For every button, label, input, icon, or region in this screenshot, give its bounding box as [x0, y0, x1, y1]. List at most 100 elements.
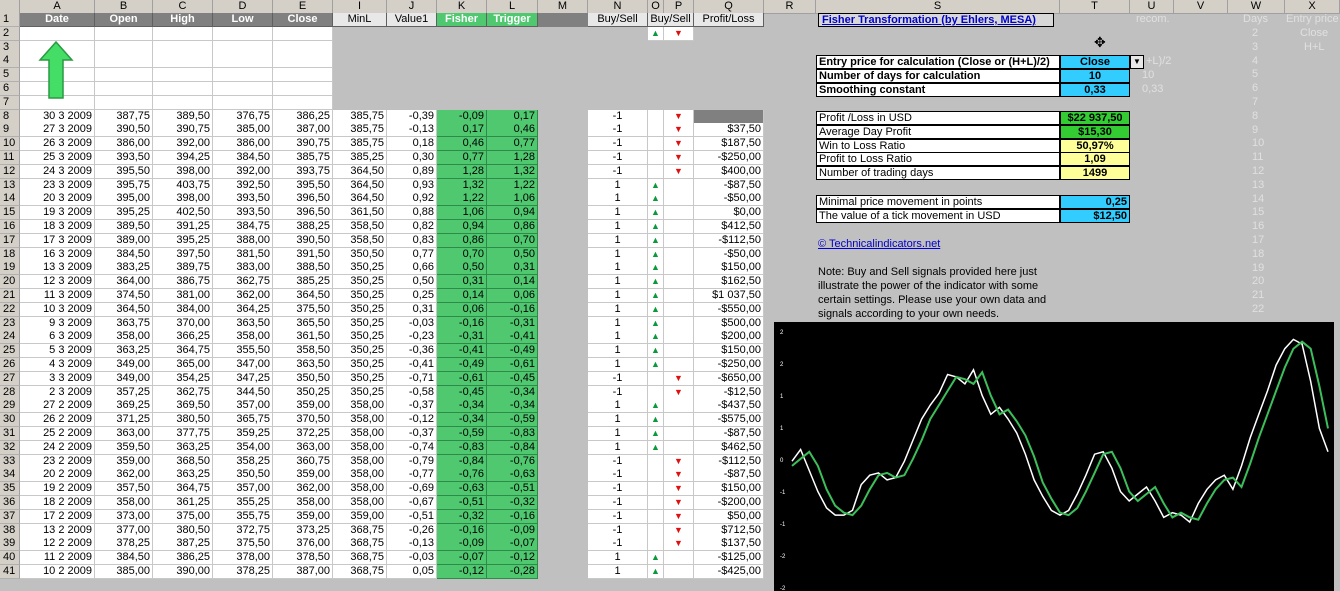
table-row-32-signal[interactable]: 1	[588, 440, 648, 455]
table-row-20-cell[interactable]: 385,25	[273, 275, 333, 290]
row-header-29[interactable]: 29	[0, 399, 20, 414]
row-header-1[interactable]: 1	[0, 13, 20, 27]
table-row-29-cell[interactable]: 369,50	[153, 399, 213, 414]
table-row-12-signal[interactable]: -1	[588, 164, 648, 179]
table-row-10-cell[interactable]: 385,75	[333, 137, 387, 152]
row-header-35[interactable]: 35	[0, 482, 20, 497]
table-row-25-cell[interactable]: 364,75	[153, 344, 213, 359]
table-row-10-cell[interactable]: 0,18	[387, 137, 437, 152]
table-row-36-cell[interactable]: 355,25	[213, 496, 273, 510]
table-row-9-cell[interactable]: 385,75	[333, 123, 387, 138]
table-row-34-cell[interactable]: 350,50	[213, 468, 273, 483]
table-row-29-cell[interactable]: 357,00	[213, 399, 273, 414]
table-row-38-cell[interactable]: 380,50	[153, 523, 213, 538]
row-header-37[interactable]: 37	[0, 509, 20, 524]
row-header-14[interactable]: 14	[0, 192, 20, 207]
table-row-32-cell[interactable]: 363,00	[273, 440, 333, 455]
table-row-11-cell[interactable]: 385,25	[333, 151, 387, 165]
table-row-29-cell[interactable]: -0,34	[437, 399, 487, 414]
table-row-32-cell[interactable]: -0,84	[487, 440, 538, 455]
table-row-18-cell[interactable]: 350,50	[333, 247, 387, 262]
table-row-12-cell[interactable]: 24 3 2009	[20, 164, 95, 179]
table-row-37-cell[interactable]: 17 2 2009	[20, 509, 95, 524]
table-row-35-cell[interactable]: -0,69	[387, 482, 437, 497]
table-row-8-cell[interactable]: -0,39	[387, 109, 437, 124]
column-header-c[interactable]: C	[153, 0, 213, 14]
table-row-35-cell[interactable]: 357,50	[95, 482, 153, 497]
table-row-22-cell[interactable]: 384,00	[153, 302, 213, 317]
table-row-30-profit[interactable]: -$575,00	[694, 413, 764, 428]
table-row-40-cell[interactable]: 378,50	[273, 551, 333, 566]
table-row-17-cell[interactable]: 390,50	[273, 233, 333, 248]
table-row-28-cell[interactable]: 344,50	[213, 385, 273, 400]
table-row-14-cell[interactable]: 398,00	[153, 192, 213, 207]
table-row-15-signal[interactable]: 1	[588, 206, 648, 221]
table-row-18-cell[interactable]: 384,50	[95, 247, 153, 262]
table-row-28-cell[interactable]: 350,25	[273, 385, 333, 400]
table-row-37-cell[interactable]: 375,00	[153, 509, 213, 524]
table-row-23-cell[interactable]: -0,03	[387, 316, 437, 331]
table-row-8-cell[interactable]: 386,25	[273, 109, 333, 124]
blank-cell[interactable]	[153, 68, 213, 83]
column-header-a[interactable]: A	[20, 0, 95, 14]
column-header-b[interactable]: B	[95, 0, 153, 14]
table-row-38-signal[interactable]: -1	[588, 523, 648, 538]
table-row-39-cell[interactable]: -0,13	[387, 537, 437, 552]
table-row-35-cell[interactable]: 19 2 2009	[20, 482, 95, 497]
table-row-38-profit[interactable]: $712,50	[694, 523, 764, 538]
table-row-16-cell[interactable]: 388,25	[273, 220, 333, 234]
table-row-34-cell[interactable]: 362,00	[95, 468, 153, 483]
blank-cell[interactable]	[273, 82, 333, 96]
table-row-13-profit[interactable]: -$87,50	[694, 178, 764, 193]
blank-cell[interactable]	[153, 95, 213, 110]
table-row-14-cell[interactable]: 0,92	[387, 192, 437, 207]
row-header-39[interactable]: 39	[0, 537, 20, 552]
column-header-o[interactable]: O	[648, 0, 664, 14]
blank-cell[interactable]	[153, 26, 213, 41]
table-row-20-signal[interactable]: 1	[588, 275, 648, 290]
table-row-18-cell[interactable]: 381,50	[213, 247, 273, 262]
table-row-26-cell[interactable]: 365,00	[153, 358, 213, 372]
table-row-33-cell[interactable]: -0,79	[387, 454, 437, 469]
table-row-36-cell[interactable]: -0,32	[487, 496, 538, 510]
table-row-33-cell[interactable]: 23 2 2009	[20, 454, 95, 469]
table-row-41-cell[interactable]: 10 2 2009	[20, 565, 95, 579]
table-row-30-signal[interactable]: 1	[588, 413, 648, 428]
table-row-32-cell[interactable]: -0,74	[387, 440, 437, 455]
table-row-40-cell[interactable]: -0,12	[487, 551, 538, 566]
blank-cell[interactable]	[20, 26, 95, 41]
table-row-20-cell[interactable]: 12 3 2009	[20, 275, 95, 290]
table-row-16-cell[interactable]: 0,94	[437, 220, 487, 234]
table-row-9-cell[interactable]: 385,00	[213, 123, 273, 138]
dropdown-arrow-button[interactable]: ▼	[1130, 55, 1144, 69]
table-row-24-profit[interactable]: $200,00	[694, 330, 764, 345]
table-row-40-cell[interactable]: 11 2 2009	[20, 551, 95, 566]
table-row-16-cell[interactable]: 391,25	[153, 220, 213, 234]
table-row-21-signal[interactable]: 1	[588, 289, 648, 303]
table-row-10-profit[interactable]: $187,50	[694, 137, 764, 152]
row-header-15[interactable]: 15	[0, 206, 20, 221]
table-row-8-cell[interactable]: 30 3 2009	[20, 109, 95, 124]
table-row-28-cell[interactable]: 362,75	[153, 385, 213, 400]
table-row-15-cell[interactable]: 393,50	[213, 206, 273, 221]
table-row-9-cell[interactable]: 0,46	[487, 123, 538, 138]
table-row-17-signal[interactable]: 1	[588, 233, 648, 248]
table-row-26-cell[interactable]: -0,49	[437, 358, 487, 372]
table-row-33-cell[interactable]: 358,00	[333, 454, 387, 469]
table-row-8-cell[interactable]: 376,75	[213, 109, 273, 124]
row-header-7[interactable]: 7	[0, 95, 20, 110]
row-header-3[interactable]: 3	[0, 40, 20, 55]
table-row-27-cell[interactable]: -0,45	[487, 371, 538, 386]
table-row-23-cell[interactable]: 350,25	[333, 316, 387, 331]
column-header-q[interactable]: Q	[694, 0, 764, 14]
table-row-12-cell[interactable]: 364,50	[333, 164, 387, 179]
table-row-36-cell[interactable]: -0,67	[387, 496, 437, 510]
table-row-11-cell[interactable]: 393,50	[95, 151, 153, 165]
table-row-31-signal[interactable]: 1	[588, 427, 648, 441]
table-row-21-cell[interactable]: 0,25	[387, 289, 437, 303]
table-row-13-cell[interactable]: 395,50	[273, 178, 333, 193]
table-row-31-cell[interactable]: -0,83	[487, 427, 538, 441]
row-header-32[interactable]: 32	[0, 440, 20, 455]
table-row-9-cell[interactable]: 27 3 2009	[20, 123, 95, 138]
table-row-30-cell[interactable]: 380,50	[153, 413, 213, 428]
